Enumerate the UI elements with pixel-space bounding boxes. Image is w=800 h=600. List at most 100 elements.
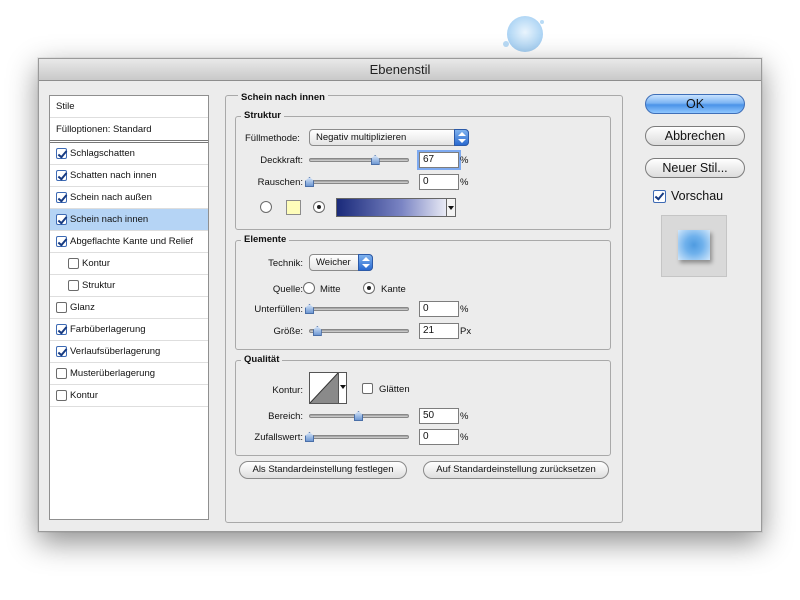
- contour-curve-icon: [310, 373, 338, 403]
- noise-slider[interactable]: [305, 177, 409, 187]
- noise-unit: %: [460, 177, 469, 188]
- size-unit: Px: [460, 326, 472, 337]
- technique-value: Weicher: [316, 257, 351, 268]
- size-slider[interactable]: [309, 326, 409, 336]
- style-list: Stile Fülloptionen: Standard Schlagschat…: [49, 95, 209, 520]
- reset-default-button[interactable]: Auf Standardeinstellung zurücksetzen: [423, 461, 609, 479]
- style-item-checkbox[interactable]: [56, 214, 67, 225]
- style-item-label: Glanz: [70, 302, 95, 313]
- style-item-label: Verlaufsüberlagerung: [70, 346, 161, 357]
- technique-label: Technik:: [268, 258, 303, 269]
- preview-thumbnail: [678, 230, 710, 260]
- contour-picker[interactable]: [309, 372, 347, 404]
- preview-toggle[interactable]: Vorschau: [653, 189, 723, 203]
- style-item-checkbox[interactable]: [56, 346, 67, 357]
- size-field[interactable]: 21: [419, 323, 459, 339]
- style-item-label: Schein nach außen: [70, 192, 152, 203]
- contour-label: Kontur:: [272, 385, 303, 396]
- gradient-radio[interactable]: [313, 201, 325, 213]
- style-item-label: Kontur: [82, 258, 110, 269]
- choke-field[interactable]: 0: [419, 301, 459, 317]
- style-item-10[interactable]: Musterüberlagerung: [50, 363, 208, 385]
- cancel-button[interactable]: Abbrechen: [645, 126, 745, 146]
- glow-color-swatch[interactable]: [286, 200, 301, 215]
- elements-title: Elemente: [241, 234, 290, 245]
- style-item-7[interactable]: Glanz: [50, 297, 208, 319]
- ok-button[interactable]: OK: [645, 94, 745, 114]
- style-item-label: Struktur: [82, 280, 116, 291]
- blend-mode-value: Negativ multiplizieren: [316, 132, 407, 143]
- range-slider[interactable]: [309, 411, 409, 421]
- style-item-2[interactable]: Schein nach außen: [50, 187, 208, 209]
- style-item-checkbox[interactable]: [56, 192, 67, 203]
- style-item-11[interactable]: Kontur: [50, 385, 208, 407]
- style-item-label: Kontur: [70, 390, 98, 401]
- style-item-label: Schein nach innen: [70, 214, 149, 225]
- jitter-field[interactable]: 0: [419, 429, 459, 445]
- style-item-checkbox[interactable]: [56, 390, 67, 401]
- source-center-radio[interactable]: [303, 282, 315, 294]
- new-style-button[interactable]: Neuer Stil...: [645, 158, 745, 178]
- contour-dropdown-icon: [338, 372, 347, 404]
- structure-title: Struktur: [241, 110, 284, 121]
- style-item-3[interactable]: Schein nach innen: [50, 209, 208, 231]
- style-item-checkbox[interactable]: [56, 324, 67, 335]
- source-edge-label: Kante: [381, 284, 406, 295]
- source-label: Quelle:: [272, 284, 303, 295]
- style-list-header-label: Stile: [56, 101, 75, 112]
- panel-title: Schein nach innen: [238, 92, 328, 103]
- gradient-dropdown-icon: [446, 198, 456, 217]
- opacity-field[interactable]: 67: [419, 152, 459, 168]
- opacity-label: Deckkraft:: [260, 155, 303, 166]
- jitter-unit: %: [460, 432, 469, 443]
- choke-unit: %: [460, 304, 469, 315]
- style-item-4[interactable]: Abgeflachte Kante und Relief: [50, 231, 208, 253]
- style-item-checkbox[interactable]: [56, 148, 67, 159]
- style-item-8[interactable]: Farbüberlagerung: [50, 319, 208, 341]
- antialias-label: Glätten: [379, 384, 410, 395]
- size-label: Größe:: [273, 326, 303, 337]
- color-radio[interactable]: [260, 201, 272, 213]
- splash-blob-icon: [503, 16, 544, 52]
- style-list-header[interactable]: Stile: [50, 96, 208, 118]
- source-edge-radio[interactable]: [363, 282, 375, 294]
- range-unit: %: [460, 411, 469, 422]
- style-item-5[interactable]: Kontur: [50, 253, 208, 275]
- glow-gradient-picker[interactable]: [336, 198, 456, 217]
- antialias-checkbox[interactable]: [362, 383, 373, 394]
- style-item-checkbox[interactable]: [56, 368, 67, 379]
- range-field[interactable]: 50: [419, 408, 459, 424]
- blend-mode-stepper-icon: [454, 129, 469, 146]
- blend-mode-label: Füllmethode:: [245, 133, 300, 144]
- style-item-checkbox[interactable]: [68, 258, 79, 269]
- jitter-slider[interactable]: [305, 432, 409, 442]
- range-label: Bereich:: [268, 411, 303, 422]
- dialog-title: Ebenenstil: [39, 59, 761, 81]
- style-item-checkbox[interactable]: [56, 302, 67, 313]
- style-item-0[interactable]: Schlagschatten: [50, 143, 208, 165]
- jitter-label: Zufallswert:: [254, 432, 303, 443]
- blend-mode-select[interactable]: Negativ multiplizieren: [309, 129, 469, 146]
- style-item-9[interactable]: Verlaufsüberlagerung: [50, 341, 208, 363]
- source-center-label: Mitte: [320, 284, 341, 295]
- technique-stepper-icon: [358, 254, 373, 271]
- style-item-label: Abgeflachte Kante und Relief: [70, 236, 194, 247]
- layer-style-dialog: Ebenenstil Stile Fülloptionen: Standard …: [38, 58, 762, 532]
- choke-slider[interactable]: [305, 304, 409, 314]
- style-item-1[interactable]: Schatten nach innen: [50, 165, 208, 187]
- style-item-checkbox[interactable]: [56, 170, 67, 181]
- preview-checkbox[interactable]: [653, 189, 666, 203]
- style-item-checkbox[interactable]: [56, 236, 67, 247]
- blend-options-label: Fülloptionen: Standard: [56, 123, 152, 135]
- choke-label: Unterfüllen:: [254, 304, 303, 315]
- preview-label: Vorschau: [671, 189, 724, 203]
- blend-options-item[interactable]: Fülloptionen: Standard: [50, 118, 208, 143]
- style-item-label: Schatten nach innen: [70, 170, 157, 181]
- quality-title: Qualität: [241, 354, 283, 365]
- opacity-slider[interactable]: [309, 155, 409, 165]
- technique-select[interactable]: Weicher: [309, 254, 373, 271]
- make-default-button[interactable]: Als Standardeinstellung festlegen: [239, 461, 407, 479]
- style-item-6[interactable]: Struktur: [50, 275, 208, 297]
- noise-field[interactable]: 0: [419, 174, 459, 190]
- style-item-checkbox[interactable]: [68, 280, 79, 291]
